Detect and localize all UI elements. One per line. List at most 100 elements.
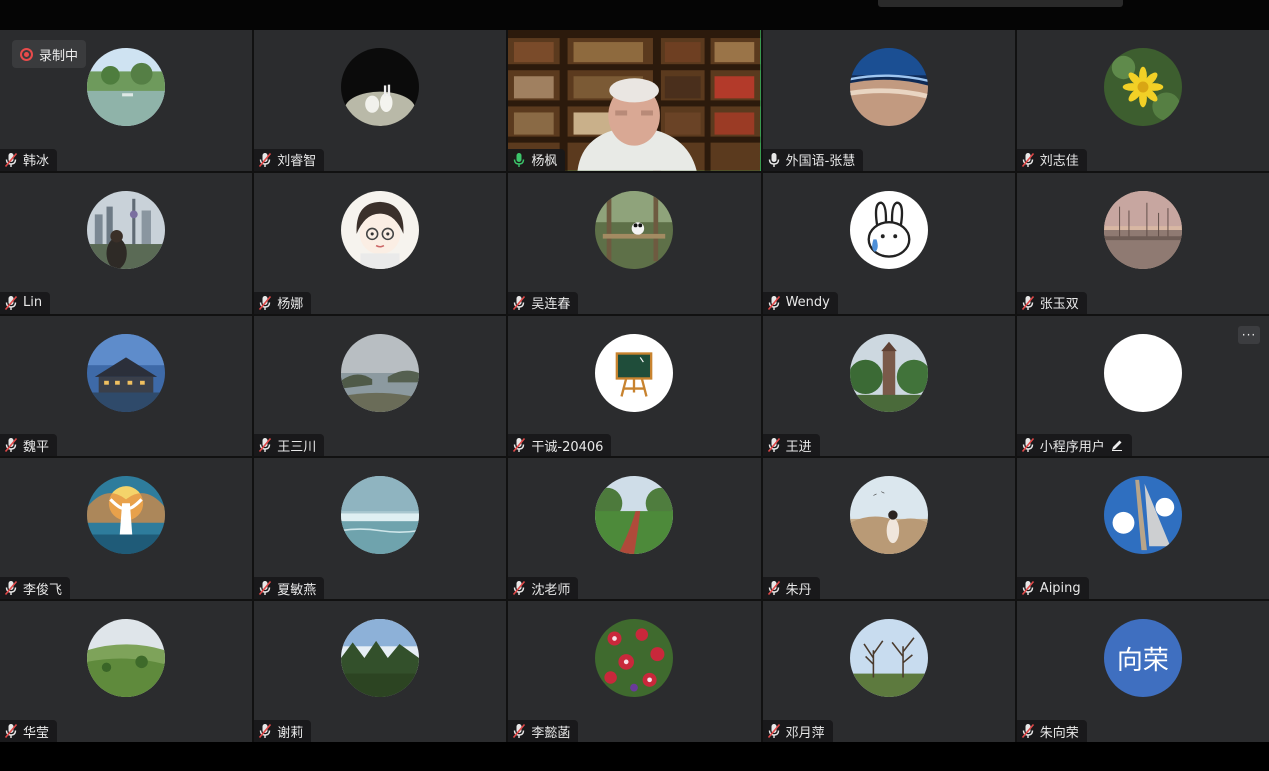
participant-tile[interactable]: 刘志佳: [1016, 30, 1269, 171]
more-options-button[interactable]: ···: [1237, 325, 1260, 344]
participant-name-tag: Aiping: [1016, 577, 1089, 600]
green-hills-photo: [87, 619, 166, 698]
participant-name: 张玉双: [1039, 297, 1079, 313]
participant-grid: 录制中 韩冰 刘睿智 杨枫 外国语-张慧 刘志佳 Lin 杨娜 吴连春 Wendy 张玉双 魏平 王三川…: [0, 30, 1269, 742]
participant-name: Aiping: [1039, 580, 1081, 596]
participant-tile[interactable]: 录制中韩冰: [0, 30, 253, 171]
participant-name: 刘志佳: [1039, 154, 1079, 170]
participant-name: 吴连春: [531, 297, 571, 313]
fantasy-pegasus-art: [87, 476, 166, 555]
sail-sky-photo: [1103, 476, 1182, 555]
participant-name: 沈老师: [531, 582, 571, 598]
participant-name-tag: 刘志佳: [1016, 148, 1087, 171]
participant-name-tag: 王三川: [254, 434, 325, 457]
participant-tile[interactable]: 外国语-张慧: [762, 30, 1015, 171]
participant-name-tag: Wendy: [762, 291, 838, 314]
participant-name: 小程序用户: [1039, 439, 1105, 455]
flowers-pattern-photo: [595, 619, 674, 698]
blank-white: [1103, 333, 1182, 412]
coastline-photo: [341, 333, 420, 412]
participant-name-tag: 韩冰: [0, 148, 58, 171]
participant-tile[interactable]: 朱丹: [762, 458, 1015, 600]
record-icon: [20, 47, 33, 61]
mic-muted-icon: [767, 580, 781, 596]
participant-tile[interactable]: 杨枫: [508, 30, 761, 171]
participant-name: Lin: [23, 295, 43, 311]
mic-muted-icon: [767, 437, 781, 453]
participant-tile[interactable]: ··· 小程序用户: [1016, 315, 1269, 457]
participant-name: 魏平: [23, 439, 50, 455]
participant-tile[interactable]: 邓月萍: [762, 601, 1015, 742]
participant-tile[interactable]: 谢莉: [254, 601, 507, 742]
participant-tile[interactable]: 杨娜: [254, 172, 507, 314]
participant-name: 李懿菡: [531, 725, 571, 741]
participant-tile[interactable]: 干诚-20406: [508, 315, 761, 457]
participant-tile[interactable]: 刘睿智: [254, 30, 507, 171]
recording-label: 录制中: [39, 48, 79, 64]
panda-forest-photo: [595, 190, 674, 269]
participant-name-tag: 李俊飞: [0, 577, 71, 600]
yellow-flower-photo: [1103, 48, 1182, 126]
sea-horizon-photo: [341, 476, 420, 555]
participant-name-tag: 干诚-20406: [508, 434, 612, 457]
mic-muted-icon: [4, 580, 18, 596]
participant-name-tag: 魏平: [0, 434, 58, 457]
mic-muted-icon: [512, 723, 526, 739]
participant-tile[interactable]: 李俊飞: [0, 458, 253, 600]
participant-tile[interactable]: 夏敏燕: [254, 458, 507, 600]
participant-tile[interactable]: Aiping: [1016, 458, 1269, 600]
participant-name: 朱向荣: [1039, 725, 1079, 741]
participant-tile[interactable]: Lin: [0, 172, 253, 314]
mic-muted-icon: [4, 437, 18, 453]
participant-name-tag: 杨娜: [254, 291, 312, 314]
participant-name-tag: 华莹: [0, 720, 58, 742]
top-toolbar-strip[interactable]: [878, 0, 1123, 7]
bottom-bar: [0, 742, 1269, 771]
participant-name-tag: 小程序用户: [1016, 434, 1132, 457]
mic-muted-icon: [1021, 152, 1035, 168]
mic-muted-icon: [512, 580, 526, 596]
harbor-sunset-photo: [1103, 190, 1182, 269]
city-skyline-photo: [87, 190, 166, 269]
winter-trees-photo: [849, 619, 928, 698]
participant-name-tag: 吴连春: [508, 291, 579, 314]
participant-name-tag: 沈老师: [508, 577, 579, 600]
participant-tile[interactable]: 王三川: [254, 315, 507, 457]
participant-name-tag: 邓月萍: [762, 720, 833, 742]
participant-name: 谢莉: [277, 725, 304, 741]
participant-tile[interactable]: 向荣朱向荣: [1016, 601, 1269, 742]
tower-trees-photo: [849, 333, 928, 412]
participant-name: 杨娜: [277, 297, 304, 313]
mic-muted-icon: [258, 723, 272, 739]
participant-tile[interactable]: 华莹: [0, 601, 253, 742]
participant-tile[interactable]: 吴连春: [508, 172, 761, 314]
mic-icon: [767, 152, 781, 168]
participant-avatar: 向荣: [1103, 619, 1182, 698]
mic-muted-icon: [4, 152, 18, 168]
lake-park-photo: [87, 48, 166, 126]
chalkboard-easel-icon: [595, 333, 674, 412]
participant-name: 干诚-20406: [531, 439, 604, 455]
participant-name: 杨枫: [531, 154, 558, 170]
participant-tile[interactable]: 张玉双: [1016, 172, 1269, 314]
participant-tile[interactable]: Wendy: [762, 172, 1015, 314]
participant-tile[interactable]: 李懿菡: [508, 601, 761, 742]
participant-tile[interactable]: 王进: [762, 315, 1015, 457]
mic-muted-icon: [1021, 295, 1035, 311]
mic-muted-icon: [512, 437, 526, 453]
edit-name-icon[interactable]: [1110, 438, 1124, 452]
rabbits-photo: [341, 48, 420, 126]
participant-tile[interactable]: 沈老师: [508, 458, 761, 600]
participant-name: 韩冰: [23, 154, 50, 170]
participant-name-tag: 朱向荣: [1016, 720, 1087, 742]
participant-name-tag: 谢莉: [254, 720, 312, 742]
recording-indicator[interactable]: 录制中: [12, 40, 87, 68]
participant-name: 华莹: [23, 725, 50, 741]
participant-name: 外国语-张慧: [785, 154, 856, 170]
participant-tile[interactable]: 魏平: [0, 315, 253, 457]
participant-name-tag: 朱丹: [762, 577, 820, 600]
mic-muted-icon: [767, 723, 781, 739]
mic-muted-icon: [258, 437, 272, 453]
mic-muted-icon: [1021, 723, 1035, 739]
participant-name-tag: Lin: [0, 291, 51, 314]
